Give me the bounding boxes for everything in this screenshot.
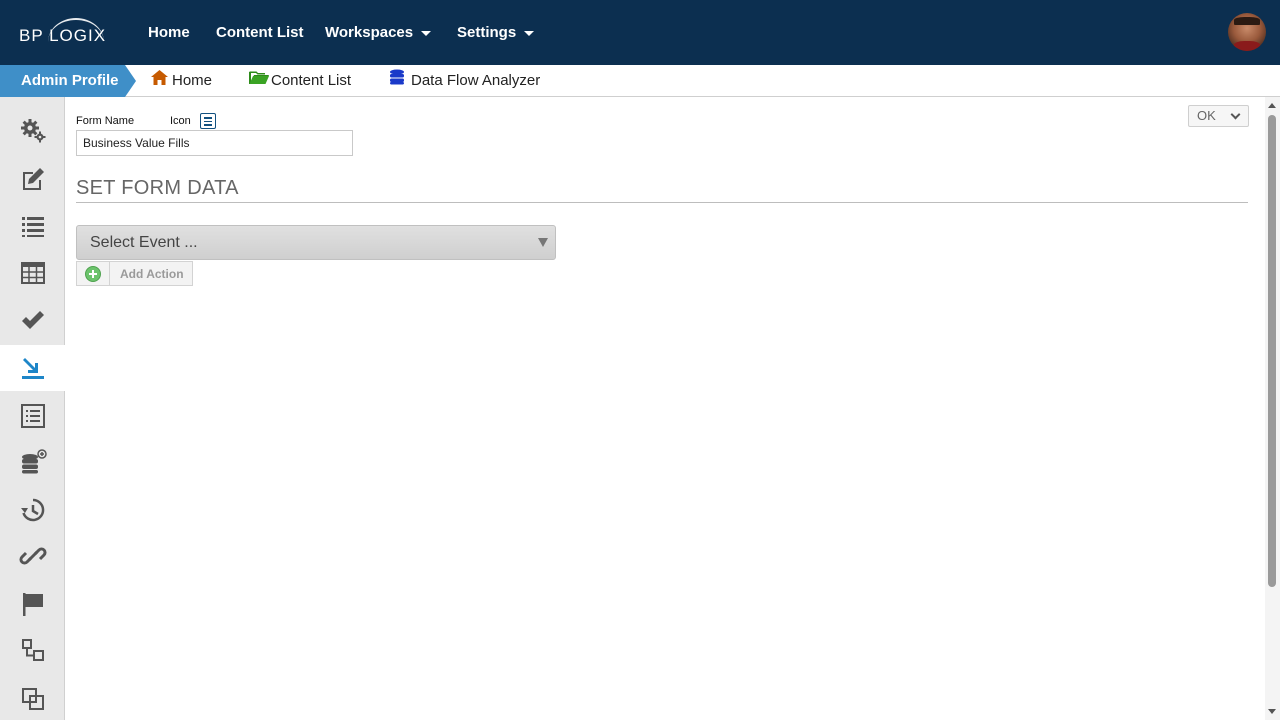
sidebar-item-data-source[interactable] [0, 439, 65, 485]
main-content: Form Name Icon OK SET FORM DATA Select E… [65, 97, 1265, 720]
sidebar-item-list[interactable] [0, 203, 65, 249]
folder-open-icon [249, 65, 269, 97]
section-divider [76, 202, 1248, 203]
logo-text: BP LOGIX [19, 26, 107, 45]
database-add-icon [21, 449, 47, 474]
plus-circle-icon [85, 265, 101, 282]
nav-home-link[interactable]: Home [148, 24, 190, 41]
gears-icon [20, 119, 45, 143]
add-action-button[interactable]: Add Action [76, 261, 193, 286]
left-sidebar [0, 97, 65, 720]
select-event-value: Select Event ... [90, 234, 198, 251]
link-icon [18, 547, 47, 565]
form-icon-picker[interactable] [200, 113, 216, 129]
form-name-input[interactable] [76, 130, 353, 156]
breadcrumb-data-flow-analyzer-label: Data Flow Analyzer [411, 72, 541, 89]
sidebar-item-settings[interactable] [0, 108, 65, 154]
table-icon [20, 262, 45, 284]
sidebar-item-copy[interactable] [0, 676, 65, 720]
list-icon [21, 217, 44, 237]
breadcrumb-data-flow-analyzer[interactable]: Data Flow Analyzer [389, 65, 540, 97]
edit-icon [22, 168, 44, 190]
form-list-icon [20, 404, 45, 428]
nav-workspaces-label: Workspaces [325, 24, 414, 41]
copy-icon [21, 688, 44, 710]
breadcrumb-home[interactable]: Home [151, 65, 212, 97]
add-action-icon-wrap [77, 262, 110, 285]
sidebar-item-approve[interactable] [0, 297, 65, 343]
scroll-down-arrow-icon[interactable] [1268, 709, 1276, 714]
icon-label: Icon [170, 115, 191, 127]
breadcrumb-admin-profile[interactable]: Admin Profile [0, 65, 136, 97]
nav-settings-label: Settings [457, 24, 517, 41]
hierarchy-icon [21, 639, 44, 661]
sidebar-item-links[interactable] [0, 533, 65, 579]
sidebar-item-hierarchy[interactable] [0, 627, 65, 673]
checkmark-icon [21, 311, 44, 329]
add-action-label: Add Action [120, 267, 184, 281]
breadcrumb-content-list-label: Content List [271, 72, 352, 89]
nav-workspaces-menu[interactable]: Workspaces [325, 24, 432, 41]
sidebar-item-flags[interactable] [0, 581, 65, 627]
ok-button-label: OK [1197, 108, 1216, 123]
bp-logix-logo[interactable]: BP LOGIX [18, 18, 108, 46]
vertical-scrollbar[interactable] [1265, 97, 1280, 720]
form-name-label: Form Name [76, 115, 135, 127]
chevron-down-icon [1230, 109, 1241, 120]
sidebar-item-edit[interactable] [0, 156, 65, 202]
caret-down-icon [421, 30, 432, 36]
scroll-thumb[interactable] [1268, 115, 1276, 587]
breadcrumb-content-list[interactable]: Content List [249, 65, 351, 97]
caret-down-icon [524, 30, 535, 36]
top-navigation-bar: BP LOGIX Home Content List Workspaces Se… [0, 0, 1280, 65]
scroll-up-arrow-icon[interactable] [1268, 103, 1276, 108]
data-fill-icon [21, 358, 44, 379]
sidebar-item-form-list[interactable] [0, 393, 65, 439]
section-title: SET FORM DATA [76, 177, 239, 199]
dropdown-arrow-icon [538, 238, 548, 247]
house-icon [151, 65, 168, 97]
flag-icon [22, 593, 43, 616]
nav-settings-menu[interactable]: Settings [457, 24, 535, 41]
sidebar-item-form-data[interactable] [0, 345, 65, 391]
user-avatar[interactable] [1228, 13, 1266, 51]
ok-button[interactable]: OK [1188, 105, 1249, 127]
database-icon [389, 65, 405, 97]
breadcrumb-bar: Admin Profile Home Content List Data Flo… [0, 65, 1280, 97]
breadcrumb-home-label: Home [172, 72, 213, 89]
select-event-dropdown[interactable]: Select Event ... [76, 225, 556, 260]
sidebar-item-history[interactable] [0, 487, 65, 533]
nav-content-list-link[interactable]: Content List [216, 24, 304, 41]
history-icon [20, 498, 44, 522]
sidebar-item-table[interactable] [0, 250, 65, 296]
